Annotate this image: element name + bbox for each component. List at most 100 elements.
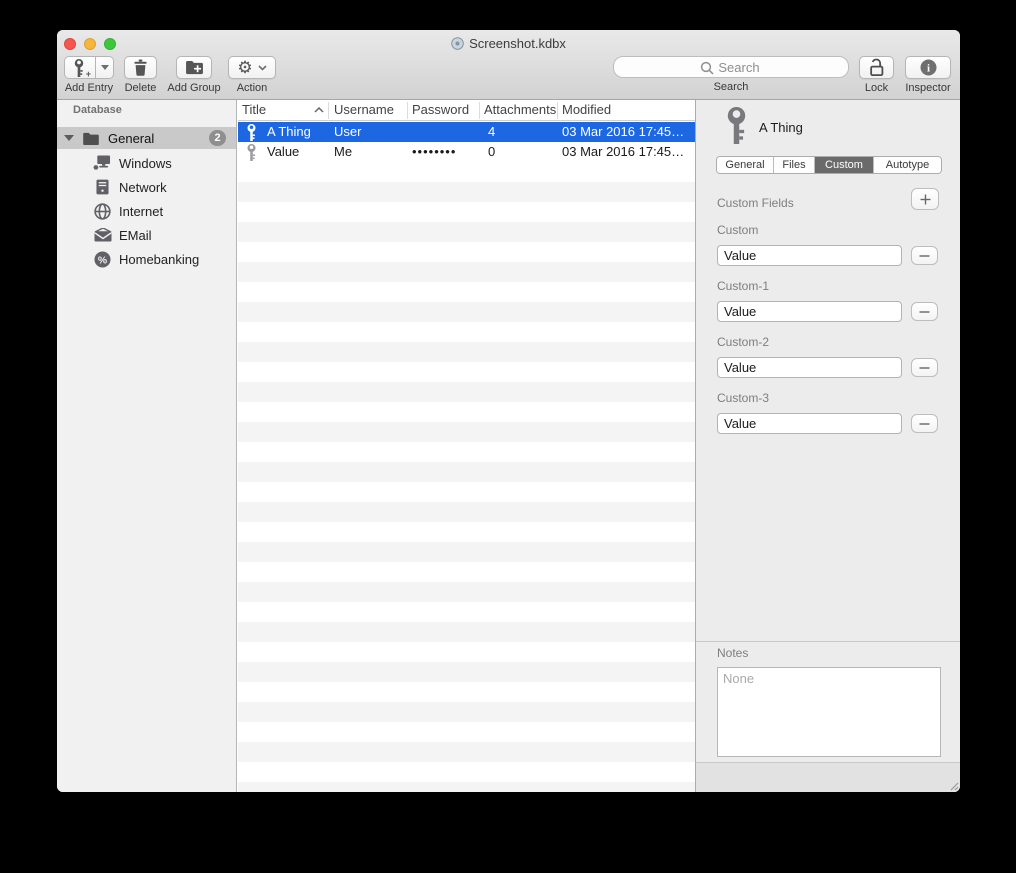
search-field[interactable] — [613, 56, 849, 78]
inspector-tabs: General Files Custom Autotype — [716, 156, 942, 174]
key-icon — [246, 144, 257, 161]
add-custom-field-button[interactable] — [911, 188, 939, 210]
sidebar-item-general[interactable]: General 2 — [57, 127, 236, 149]
notes-textarea[interactable] — [717, 667, 941, 757]
entry-title: A Thing — [759, 120, 803, 135]
toolbar-item-action: ⚙ Action — [228, 56, 276, 94]
field-value-input[interactable] — [717, 357, 902, 378]
tab-files[interactable]: Files — [774, 157, 815, 173]
toolbar-item-add-group: Add Group — [176, 56, 212, 94]
toolbar-item-delete: Delete — [124, 56, 157, 94]
sidebar-item-label: Network — [119, 180, 167, 195]
table-header: Title Username Password Attachments Modi… — [238, 100, 695, 121]
search-input[interactable] — [614, 57, 848, 77]
cell-attachments: 4 — [488, 124, 495, 139]
plus-icon — [920, 194, 931, 205]
cell-title: Value — [267, 144, 299, 159]
search-label: Search — [714, 81, 749, 93]
sidebar-item-label: Internet — [119, 204, 163, 219]
percent-icon: % — [93, 251, 112, 268]
action-button[interactable]: ⚙ — [228, 56, 276, 79]
column-header-modified[interactable]: Modified — [562, 102, 611, 117]
svg-text:i: i — [926, 63, 929, 75]
field-value-input[interactable] — [717, 245, 902, 266]
disclosure-triangle-icon[interactable] — [64, 135, 74, 141]
sidebar-item-network[interactable]: Network — [57, 175, 236, 199]
remove-field-button[interactable] — [911, 358, 938, 377]
toolbar-item-add-entry: + Add Entry — [64, 56, 114, 94]
column-header-password[interactable]: Password — [412, 102, 469, 117]
gear-icon: ⚙ — [237, 59, 252, 76]
envelope-icon — [93, 228, 112, 242]
app-window: Screenshot.kdbx + Add Entry — [57, 30, 960, 792]
sidebar-item-label: General — [108, 131, 154, 146]
add-entry-label: Add Entry — [65, 82, 113, 94]
cell-username: User — [334, 124, 361, 139]
remove-field-button[interactable] — [911, 246, 938, 265]
field-label: Custom — [717, 223, 758, 237]
key-icon — [246, 124, 257, 141]
cell-username: Me — [334, 144, 352, 159]
sidebar-item-homebanking[interactable]: % Homebanking — [57, 247, 236, 271]
action-label: Action — [237, 82, 268, 94]
toolbar: Screenshot.kdbx + Add Entry — [57, 30, 960, 100]
svg-text:%: % — [98, 255, 107, 266]
add-group-label: Add Group — [167, 82, 220, 94]
sidebar-item-label: Windows — [119, 156, 172, 171]
sidebar-item-label: Homebanking — [119, 252, 199, 267]
minus-icon — [919, 423, 930, 425]
group-sidebar: Database General 2 Windows Network — [57, 100, 237, 792]
folder-icon — [82, 132, 100, 145]
field-value-input[interactable] — [717, 301, 902, 322]
inspector-label: Inspector — [905, 82, 950, 94]
minus-icon — [919, 255, 930, 257]
document-icon — [451, 37, 464, 50]
sidebar-item-email[interactable]: EMail — [57, 223, 236, 247]
field-label: Custom-3 — [717, 391, 769, 405]
add-group-button[interactable] — [176, 56, 212, 79]
minus-icon — [919, 311, 930, 313]
table-row[interactable]: A Thing User 4 03 Mar 2016 17:45… — [238, 122, 695, 142]
delete-button[interactable] — [124, 56, 157, 79]
cell-attachments: 0 — [488, 144, 495, 159]
chevron-down-icon — [101, 65, 109, 70]
chevron-down-icon — [258, 65, 267, 71]
desktop-background: { "window": { "title": "Screenshot.kdbx"… — [0, 0, 1016, 873]
sidebar-item-internet[interactable]: Internet — [57, 199, 236, 223]
window-title: Screenshot.kdbx — [469, 36, 566, 51]
entry-table: Title Username Password Attachments Modi… — [238, 100, 695, 792]
remove-field-button[interactable] — [911, 302, 938, 321]
column-header-username[interactable]: Username — [334, 102, 394, 117]
add-entry-dropdown-button[interactable] — [96, 56, 114, 79]
toolbar-item-lock: Lock — [859, 56, 894, 94]
sidebar-item-label: EMail — [119, 228, 152, 243]
notes-label: Notes — [717, 646, 748, 660]
tab-autotype[interactable]: Autotype — [874, 157, 941, 173]
unlock-icon — [868, 58, 886, 77]
remove-field-button[interactable] — [911, 414, 938, 433]
folder-plus-icon — [185, 60, 204, 75]
sort-ascending-icon — [314, 107, 324, 113]
column-header-title[interactable]: Title — [242, 102, 266, 117]
custom-fields-label: Custom Fields — [717, 196, 794, 210]
sidebar-item-windows[interactable]: Windows — [57, 151, 236, 175]
tab-general[interactable]: General — [717, 157, 774, 173]
lock-button[interactable] — [859, 56, 894, 79]
tab-custom[interactable]: Custom — [815, 157, 874, 173]
main-content: Database General 2 Windows Network — [57, 100, 960, 792]
column-header-attachments[interactable]: Attachments — [484, 102, 556, 117]
field-value-input[interactable] — [717, 413, 902, 434]
field-label: Custom-2 — [717, 335, 769, 349]
cell-password: •••••••• — [412, 144, 456, 159]
globe-icon — [93, 203, 112, 220]
cell-modified: 03 Mar 2016 17:45… — [562, 124, 684, 139]
trash-icon — [133, 59, 148, 76]
add-entry-button[interactable]: + — [64, 56, 96, 79]
sidebar-section-header: Database — [73, 104, 122, 116]
table-row[interactable]: Value Me •••••••• 0 03 Mar 2016 17:45… — [238, 142, 695, 162]
cell-modified: 03 Mar 2016 17:45… — [562, 144, 684, 159]
resize-grip-icon[interactable] — [948, 780, 959, 791]
inspector-panel: A Thing General Files Custom Autotype Cu… — [695, 100, 960, 792]
minus-icon — [919, 367, 930, 369]
inspector-button[interactable]: i — [905, 56, 951, 79]
